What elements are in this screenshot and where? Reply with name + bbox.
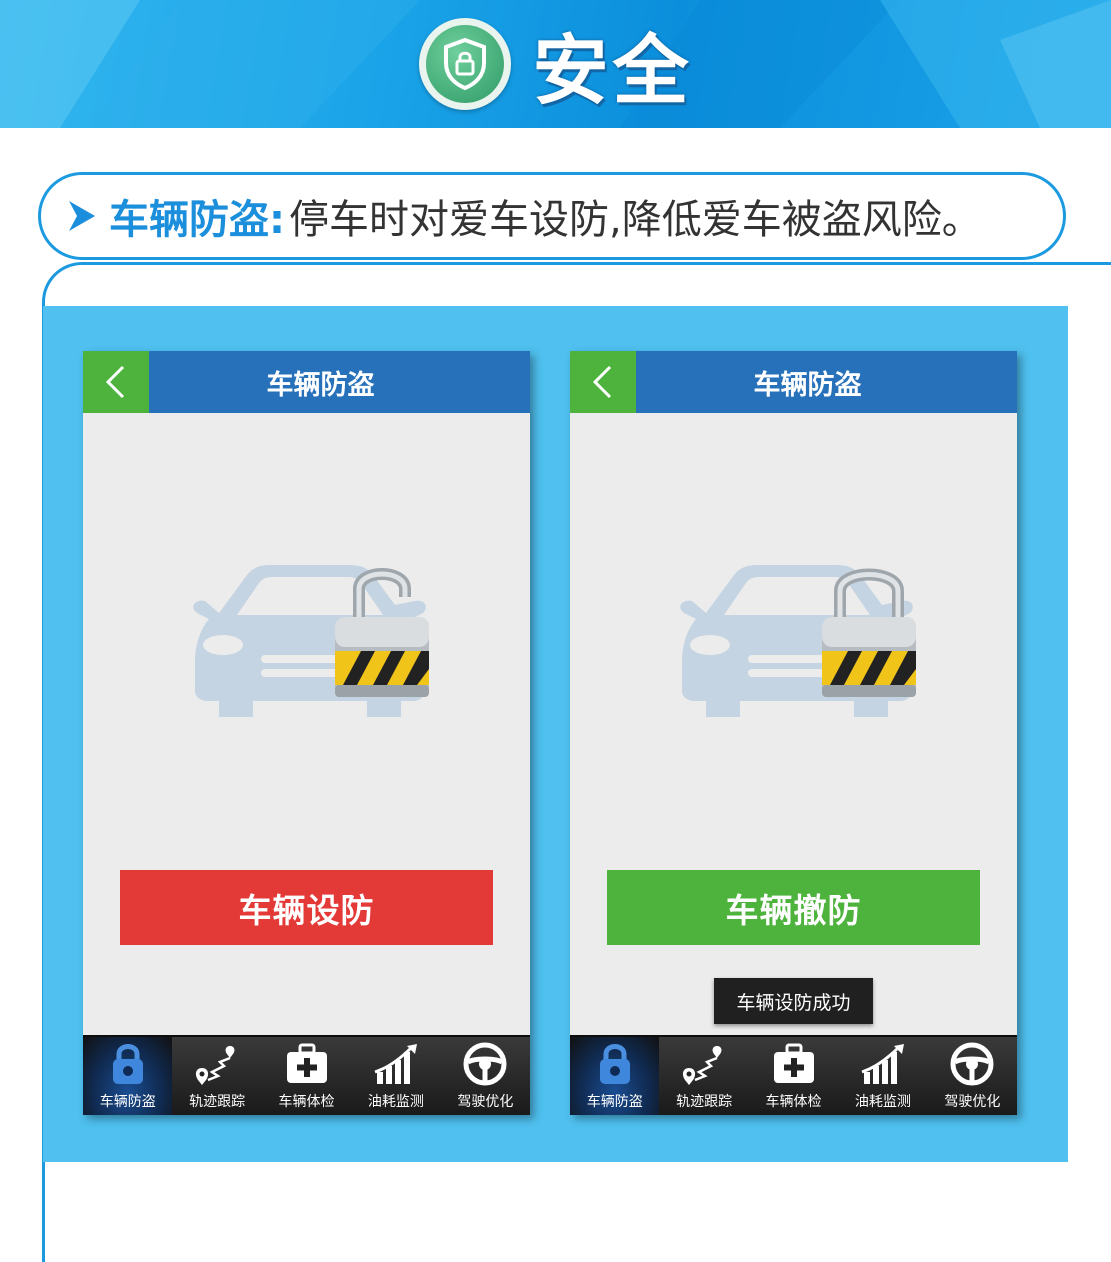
car-unlocked-illustration bbox=[193, 565, 429, 717]
tab-health-check[interactable]: 车辆体检 bbox=[262, 1037, 351, 1115]
shield-lock-icon bbox=[418, 18, 511, 110]
first-aid-kit-icon bbox=[285, 1039, 329, 1089]
tab-track[interactable]: 轨迹跟踪 bbox=[659, 1037, 748, 1115]
tab-label: 车辆防盗 bbox=[586, 1094, 643, 1110]
chevron-left-icon bbox=[105, 365, 125, 399]
banner-title-group: 安全 bbox=[0, 0, 1111, 128]
back-button[interactable] bbox=[83, 351, 149, 413]
tab-label: 轨迹跟踪 bbox=[676, 1094, 733, 1110]
steering-wheel-icon bbox=[463, 1039, 507, 1089]
tab-health-check[interactable]: 车辆体检 bbox=[749, 1037, 838, 1115]
feature-description: 停车时对爱车设防,降低爱车被盗风险。 bbox=[289, 197, 982, 243]
tab-anti-theft[interactable]: 车辆防盗 bbox=[83, 1037, 173, 1115]
steering-wheel-icon bbox=[950, 1039, 994, 1089]
padlock-icon bbox=[597, 1039, 633, 1089]
tab-anti-theft[interactable]: 车辆防盗 bbox=[570, 1037, 660, 1115]
bottom-tab-bar: 车辆防盗 轨迹跟踪 车辆体检 油耗监测 驾驶优化 bbox=[83, 1035, 530, 1115]
header-banner: 安全 bbox=[0, 0, 1111, 128]
screen-title: 车辆防盗 bbox=[266, 369, 375, 401]
phone-screen-unarmed: 车辆防盗 车辆设防 车辆防盗 轨迹跟踪 车辆体检 油耗监测 驾驶优化 bbox=[83, 351, 530, 1115]
phone-screen-armed: 车辆防盗 车辆撤防 车辆设防成功 车辆防盗 轨迹跟踪 车辆体检 油耗监测 驾驶优… bbox=[570, 351, 1017, 1115]
tab-driving-optimize[interactable]: 驾驶优化 bbox=[928, 1037, 1017, 1115]
toast-message: 车辆设防成功 bbox=[714, 978, 873, 1024]
tab-label: 油耗监测 bbox=[854, 1094, 911, 1110]
rising-chart-icon bbox=[371, 1039, 421, 1089]
app-titlebar: 车辆防盗 bbox=[83, 351, 530, 413]
banner-title: 安全 bbox=[532, 26, 693, 115]
route-pin-icon bbox=[192, 1039, 242, 1089]
rising-chart-icon bbox=[858, 1039, 908, 1089]
route-pin-icon bbox=[679, 1039, 729, 1089]
tab-label: 油耗监测 bbox=[367, 1094, 424, 1110]
feature-subtitle: 车辆防盗: 停车时对爱车设防,降低爱车被盗风险。 bbox=[38, 172, 1066, 260]
tab-fuel-monitor[interactable]: 油耗监测 bbox=[351, 1037, 440, 1115]
screen-title: 车辆防盗 bbox=[753, 369, 862, 401]
chevron-left-icon bbox=[592, 365, 612, 399]
tab-track[interactable]: 轨迹跟踪 bbox=[172, 1037, 261, 1115]
app-titlebar: 车辆防盗 bbox=[570, 351, 1017, 413]
disarm-vehicle-button[interactable]: 车辆撤防 bbox=[607, 870, 980, 945]
tab-fuel-monitor[interactable]: 油耗监测 bbox=[838, 1037, 927, 1115]
tab-label: 轨迹跟踪 bbox=[189, 1094, 246, 1110]
back-button[interactable] bbox=[570, 351, 636, 413]
tab-label: 车辆体检 bbox=[278, 1094, 335, 1110]
tab-driving-optimize[interactable]: 驾驶优化 bbox=[441, 1037, 530, 1115]
first-aid-kit-icon bbox=[772, 1039, 816, 1089]
tab-label: 车辆体检 bbox=[765, 1094, 822, 1110]
tab-label: 车辆防盗 bbox=[99, 1094, 156, 1110]
tab-label: 驾驶优化 bbox=[457, 1094, 514, 1110]
bottom-tab-bar: 车辆防盗 轨迹跟踪 车辆体检 油耗监测 驾驶优化 bbox=[570, 1035, 1017, 1115]
arrow-right-icon bbox=[69, 201, 95, 231]
car-locked-illustration bbox=[680, 565, 916, 717]
feature-name: 车辆防盗: bbox=[109, 197, 285, 243]
tab-label: 驾驶优化 bbox=[944, 1094, 1001, 1110]
arm-vehicle-button[interactable]: 车辆设防 bbox=[120, 870, 493, 945]
padlock-icon bbox=[110, 1039, 146, 1089]
